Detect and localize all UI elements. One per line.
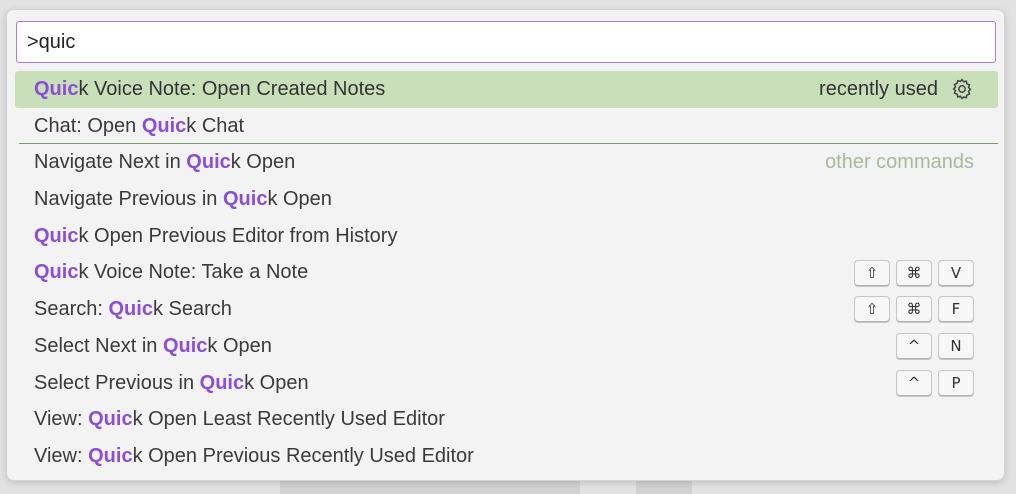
key-letter: V: [938, 259, 974, 286]
command-item[interactable]: Quick Open Previous Editor from History: [15, 218, 998, 255]
keybinding: ^ N: [896, 328, 974, 365]
key-letter: P: [938, 369, 974, 396]
command-label-pre: View:: [34, 408, 89, 431]
key-command: ⌘: [896, 259, 932, 286]
command-palette-input[interactable]: [17, 22, 995, 62]
command-label-post: k Chat: [186, 114, 245, 137]
gear-icon[interactable]: [950, 77, 974, 101]
command-item[interactable]: Select Previous in Quick Open ^ P: [15, 365, 998, 402]
command-label-pre: Navigate Next in: [34, 151, 187, 174]
command-label-match: Quic: [186, 151, 231, 174]
command-label-match: Quic: [88, 408, 133, 431]
command-label-pre: Chat: Open: [34, 114, 142, 137]
command-label-post: k Voice Note: Open Created Notes: [78, 78, 386, 100]
command-label-post: k Open: [244, 371, 309, 394]
key-letter: N: [938, 333, 974, 360]
command-label-pre: Select Previous in: [34, 371, 200, 394]
keybinding: ^ P: [896, 365, 974, 402]
command-label-match: Quic: [108, 298, 153, 321]
command-item[interactable]: Search: Quick Search ⇧ ⌘ F: [15, 291, 998, 328]
key-control: ^: [896, 369, 932, 396]
command-label-pre: Navigate Previous in: [34, 188, 223, 211]
command-label-match: Quic: [222, 188, 268, 211]
command-label-match: Quic: [162, 334, 208, 357]
command-label-post: k Search: [152, 298, 232, 321]
keybinding: ⇧ ⌘ V: [854, 254, 974, 291]
command-item[interactable]: Navigate Previous in Quick Open: [15, 181, 998, 218]
command-item[interactable]: View: Quick Open Least Recently Used Edi…: [15, 401, 998, 438]
group-label-other-commands: other commands: [825, 151, 974, 174]
command-palette: Quick Voice Note: Open Created Notes rec…: [6, 9, 1005, 481]
command-item[interactable]: View: Quick Open Previous Recently Used …: [15, 438, 998, 475]
command-item[interactable]: Quick Voice Note: Open Created Notes rec…: [15, 71, 998, 108]
command-item[interactable]: Select Next in Quick Open ^ N: [15, 328, 998, 365]
command-label-match: Quic: [34, 224, 79, 247]
key-shift: ⇧: [854, 259, 890, 286]
command-label-post: k Open: [230, 151, 296, 174]
command-label-post: k Open Previous Recently Used Editor: [132, 444, 474, 467]
command-list: Quick Voice Note: Open Created Notes rec…: [15, 71, 998, 475]
command-label-post: k Open Least Recently Used Editor: [132, 408, 445, 431]
command-label-match: Quic: [141, 114, 187, 137]
command-label-match: Quic: [34, 261, 79, 284]
command-label-pre: Search:: [34, 298, 109, 321]
key-shift: ⇧: [854, 296, 890, 323]
command-label-match: Quic: [88, 444, 133, 467]
command-label-post: k Voice Note: Take a Note: [78, 261, 309, 284]
command-palette-input-box[interactable]: [16, 21, 996, 63]
command-label-pre: Select Next in: [34, 334, 163, 357]
command-item[interactable]: Chat: Open Quick Chat: [15, 108, 998, 145]
command-label-match: Quic: [199, 371, 245, 394]
key-control: ^: [896, 333, 932, 360]
command-label-post: k Open Previous Editor from History: [78, 224, 398, 247]
group-label-recently-used: recently used: [819, 78, 938, 100]
command-label-pre: View:: [34, 444, 89, 467]
command-label-post: k Open: [207, 334, 272, 357]
key-letter: F: [938, 296, 974, 323]
command-label-match: Quic: [34, 78, 79, 100]
command-label-post: k Open: [267, 188, 332, 211]
command-item[interactable]: Navigate Next in Quick Open other comman…: [15, 144, 998, 181]
command-item[interactable]: Quick Voice Note: Take a Note ⇧ ⌘ V: [15, 254, 998, 291]
keybinding: ⇧ ⌘ F: [854, 291, 974, 328]
key-command: ⌘: [896, 296, 932, 323]
